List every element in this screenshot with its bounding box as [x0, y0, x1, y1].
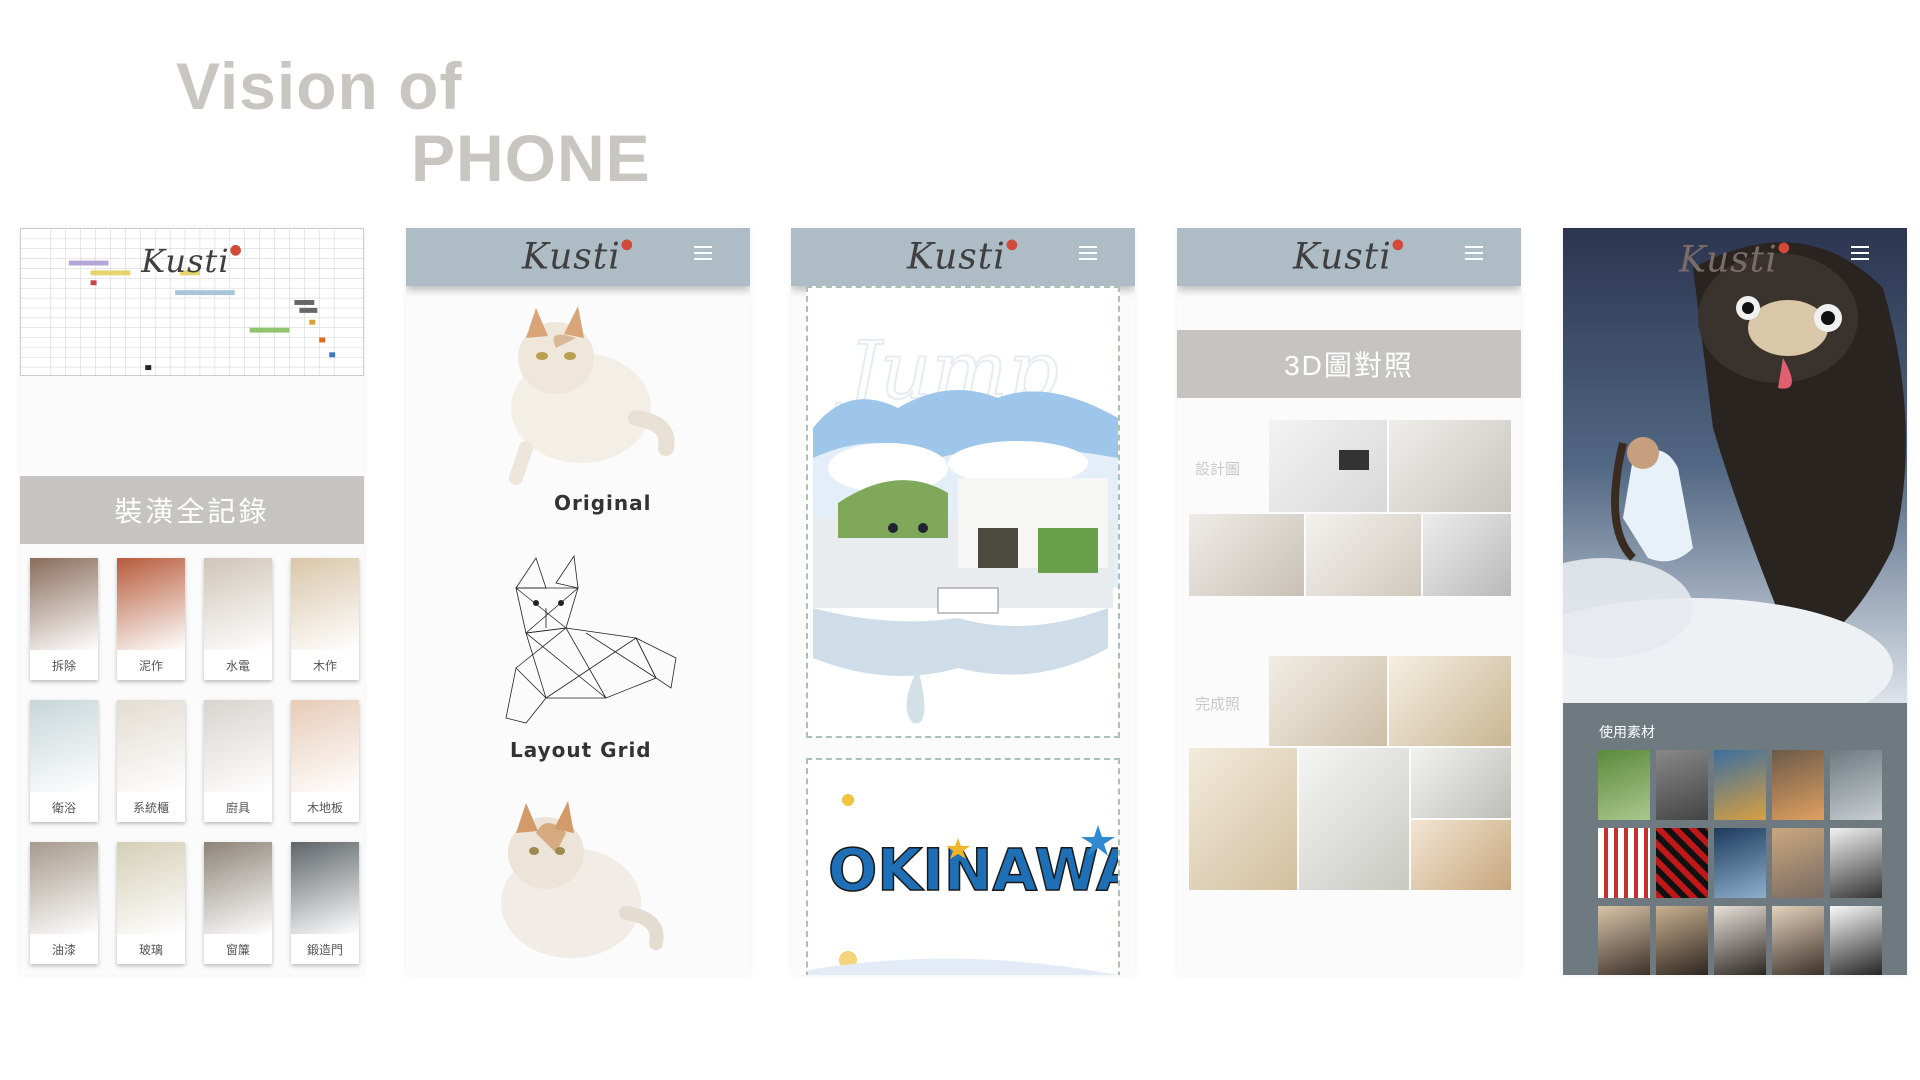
menu-icon[interactable] — [1465, 246, 1483, 260]
okinawa-text: OKINAWA — [828, 836, 1118, 904]
category-label: 拆除 — [51, 658, 76, 673]
phone-mockup-renovation: Kusti● 裝潢全記錄 拆除 泥作 水電 木作衛浴 系統櫃 廚具 木地板油漆 玻璃 窗簾 鍛造門 — [20, 228, 364, 975]
asset-thumbnail[interactable] — [1714, 750, 1766, 820]
asset-thumbnail[interactable] — [1830, 906, 1882, 975]
logo: Kusti● — [1293, 236, 1405, 278]
menu-icon[interactable] — [1851, 246, 1869, 260]
completed-photo[interactable] — [1189, 748, 1297, 890]
caption-layout-grid: Layout Grid — [510, 738, 652, 762]
jump-photo-card[interactable]: Jump — [806, 286, 1120, 738]
category-photo — [291, 842, 359, 934]
logo: Kusti● — [907, 236, 1019, 278]
asset-thumbnail[interactable] — [1656, 828, 1708, 898]
page-title-line-2: PHONE — [411, 121, 651, 195]
asset-thumbnail[interactable] — [1714, 906, 1766, 975]
phone-mockup-cat: Kusti● Original Layout Grid — [406, 228, 750, 975]
category-photo — [204, 842, 272, 934]
category-tile[interactable]: 拆除 — [30, 558, 98, 680]
asset-thumbnail[interactable] — [1656, 750, 1708, 820]
category-label: 系統櫃 — [132, 800, 169, 815]
logo: Kusti● — [1679, 239, 1791, 281]
okinawa-card[interactable]: OKINAWA — [806, 758, 1135, 975]
menu-icon[interactable] — [1079, 246, 1097, 260]
category-label: 木作 — [312, 658, 337, 673]
phone-mockup-okinawa: Kusti● Jump OKINAWA — [791, 228, 1135, 975]
category-tile[interactable]: 泥作 — [117, 558, 185, 680]
category-label: 木地板 — [306, 800, 343, 815]
design-render-photo[interactable] — [1269, 420, 1387, 512]
category-tile[interactable]: 衛浴 — [30, 700, 98, 822]
design-render-photo[interactable] — [1389, 420, 1511, 512]
category-label: 油漆 — [51, 942, 76, 957]
category-tile[interactable]: 鍛造門 — [291, 842, 359, 964]
category-label: 窗簾 — [225, 942, 250, 957]
category-photo — [291, 558, 359, 650]
asset-thumbnail[interactable] — [1598, 828, 1650, 898]
logo: Kusti● — [522, 236, 634, 278]
design-label: 設計圖 — [1195, 461, 1241, 478]
cat-photo-original — [486, 298, 686, 493]
caption-original: Original — [554, 491, 652, 515]
category-tile[interactable]: 系統櫃 — [117, 700, 185, 822]
design-render-photo[interactable] — [1306, 514, 1421, 596]
page-title-line-1: Vision of — [176, 49, 463, 123]
category-tile[interactable]: 廚具 — [204, 700, 272, 822]
phone-mockup-fantasy: Kusti● 使用素材 — [1563, 228, 1907, 975]
app-header: Kusti● — [406, 228, 750, 286]
category-photo — [117, 700, 185, 792]
fantasy-hero-image: Kusti● — [1563, 228, 1907, 738]
asset-grid — [1598, 750, 1882, 975]
category-tile[interactable]: 油漆 — [30, 842, 98, 964]
asset-thumbnail[interactable] — [1714, 828, 1766, 898]
category-tile[interactable]: 窗簾 — [204, 842, 272, 964]
asset-thumbnail[interactable] — [1598, 750, 1650, 820]
category-label: 泥作 — [138, 658, 163, 673]
gantt-chart-image: Kusti● — [20, 228, 364, 376]
assets-label: 使用素材 — [1599, 724, 1655, 740]
category-tile[interactable]: 玻璃 — [117, 842, 185, 964]
category-label: 衛浴 — [51, 800, 76, 815]
cat-lowpoly-image — [486, 548, 686, 733]
asset-thumbnail[interactable] — [1656, 906, 1708, 975]
done-label: 完成照 — [1195, 696, 1241, 713]
design-render-photo[interactable] — [1189, 514, 1304, 596]
app-header: Kusti● — [791, 228, 1135, 286]
category-photo — [204, 700, 272, 792]
category-photo — [291, 700, 359, 792]
category-label: 鍛造門 — [306, 942, 343, 957]
category-tile-grid: 拆除 泥作 水電 木作衛浴 系統櫃 廚具 木地板油漆 玻璃 窗簾 鍛造門 — [30, 558, 360, 964]
completed-photo[interactable] — [1269, 656, 1387, 746]
asset-thumbnail[interactable] — [1598, 906, 1650, 975]
completed-photo[interactable] — [1299, 748, 1409, 890]
completed-photo[interactable] — [1411, 748, 1511, 818]
asset-thumbnail[interactable] — [1830, 750, 1882, 820]
design-render-photo[interactable] — [1423, 514, 1511, 596]
asset-thumbnail[interactable] — [1772, 906, 1824, 975]
category-tile[interactable]: 水電 — [204, 558, 272, 680]
menu-icon[interactable] — [694, 246, 712, 260]
cat-photo-lowpoly-color — [486, 793, 686, 975]
renovation-banner: 裝潢全記錄 — [20, 476, 364, 544]
category-photo — [204, 558, 272, 650]
completed-photo[interactable] — [1411, 820, 1511, 890]
logo: Kusti● — [141, 242, 243, 280]
asset-thumbnail[interactable] — [1772, 750, 1824, 820]
category-label: 廚具 — [225, 800, 250, 815]
category-photo — [30, 558, 98, 650]
phone-mockup-3d-compare: Kusti● 3D圖對照 設計圖 完成照 — [1177, 228, 1521, 975]
3d-compare-banner: 3D圖對照 — [1177, 330, 1521, 398]
category-photo — [117, 558, 185, 650]
completed-photo[interactable] — [1389, 656, 1511, 746]
app-header: Kusti● — [1177, 228, 1521, 286]
category-photo — [117, 842, 185, 934]
asset-thumbnail[interactable] — [1830, 828, 1882, 898]
asset-thumbnail[interactable] — [1772, 828, 1824, 898]
category-photo — [30, 842, 98, 934]
category-label: 玻璃 — [138, 942, 163, 957]
category-photo — [30, 700, 98, 792]
category-label: 水電 — [225, 658, 250, 673]
category-tile[interactable]: 木作 — [291, 558, 359, 680]
category-tile[interactable]: 木地板 — [291, 700, 359, 822]
